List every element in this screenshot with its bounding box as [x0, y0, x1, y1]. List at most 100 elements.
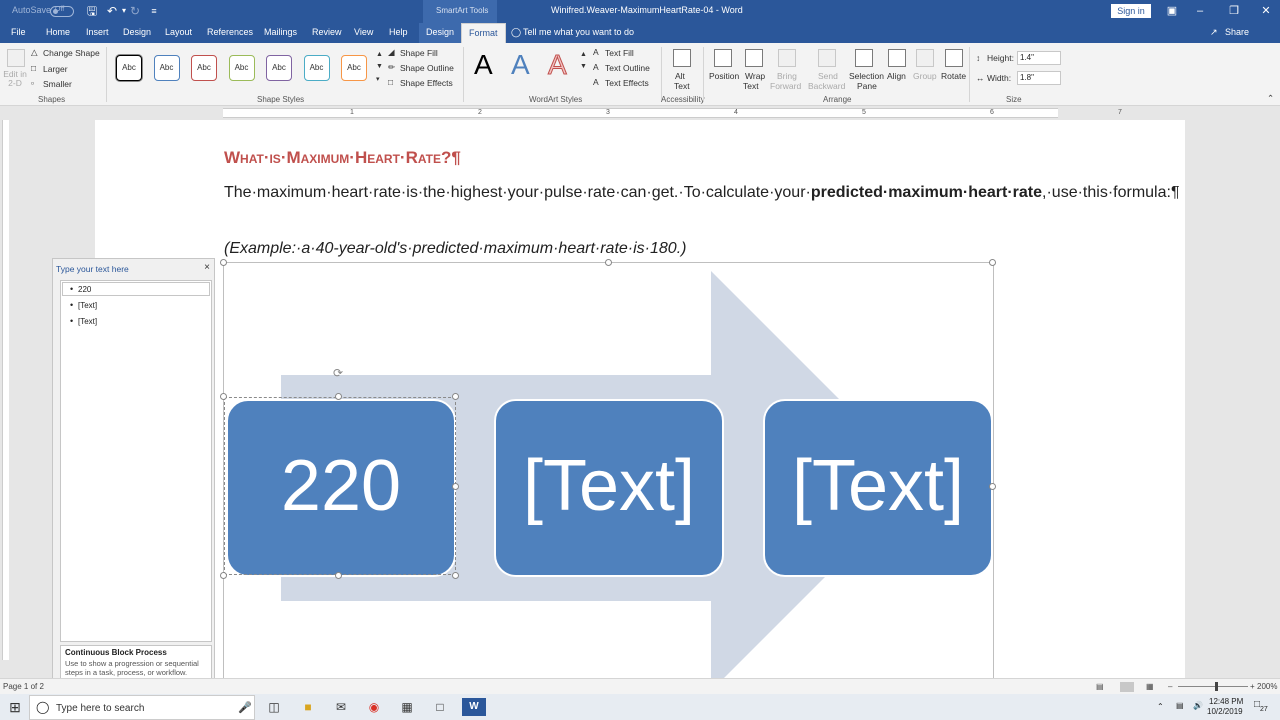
- wrap-text-icon[interactable]: [745, 49, 763, 67]
- position-button[interactable]: Position: [709, 71, 739, 81]
- tab-layout[interactable]: Layout: [165, 27, 192, 37]
- tab-mailings[interactable]: Mailings: [264, 27, 297, 37]
- smaller-button[interactable]: Smaller: [43, 79, 72, 89]
- resize-handle[interactable]: [335, 393, 342, 400]
- zoom-out-icon[interactable]: –: [1168, 682, 1172, 691]
- share-button[interactable]: Share: [1225, 27, 1249, 37]
- chrome-icon[interactable]: ◉: [365, 698, 383, 716]
- customize-qat-icon[interactable]: ≡: [146, 3, 162, 19]
- resize-handle[interactable]: [452, 483, 459, 490]
- shape-style-swatch[interactable]: Abc: [191, 55, 217, 81]
- tab-view[interactable]: View: [354, 27, 373, 37]
- resize-handle[interactable]: [220, 393, 227, 400]
- tray-expand-icon[interactable]: ⌃: [1157, 702, 1164, 711]
- shape-fill-button[interactable]: Shape Fill: [400, 48, 438, 58]
- shape-style-swatch[interactable]: Abc: [341, 55, 367, 81]
- document-paragraph[interactable]: The·maximum·heart·rate·is·the·highest·yo…: [224, 181, 1180, 205]
- wrap-text-button[interactable]: Wrap: [745, 71, 765, 81]
- text-pane-list[interactable]: 220 [Text] [Text]: [60, 280, 212, 642]
- redo-icon[interactable]: ↻: [127, 3, 143, 19]
- zoom-slider[interactable]: [1178, 686, 1248, 687]
- horizontal-ruler[interactable]: 1 2 3 4 5 6 7: [95, 106, 1185, 120]
- restore-icon[interactable]: ❐: [1224, 3, 1244, 19]
- text-outline-button[interactable]: Text Outline: [605, 63, 650, 73]
- rotate-handle-icon[interactable]: ⟳: [333, 366, 343, 380]
- taskbar-search[interactable]: ◯ Type here to search 🎤: [29, 695, 255, 720]
- wordart-outline-icon[interactable]: A: [548, 49, 568, 81]
- store-icon[interactable]: ▦: [398, 698, 416, 716]
- document-heading[interactable]: What·is·Maximum·Heart·Rate?¶: [224, 148, 461, 168]
- save-icon[interactable]: 🖫: [84, 3, 100, 19]
- position-icon[interactable]: [714, 49, 732, 67]
- larger-button[interactable]: Larger: [43, 64, 68, 74]
- text-pane-item-3[interactable]: [Text]: [70, 316, 97, 326]
- tab-file[interactable]: File: [11, 27, 26, 37]
- gallery-up-icon[interactable]: ▲: [376, 51, 383, 58]
- text-pane-item-1[interactable]: 220: [70, 284, 92, 294]
- shape-effects-button[interactable]: Shape Effects: [400, 78, 453, 88]
- clock-time[interactable]: 12:48 PM: [1209, 697, 1243, 706]
- tab-home[interactable]: Home: [46, 27, 70, 37]
- minimize-icon[interactable]: –: [1190, 3, 1210, 19]
- alt-text-button[interactable]: Alt: [675, 71, 685, 81]
- shape-style-swatch[interactable]: Abc: [153, 55, 180, 81]
- resize-handle[interactable]: [605, 259, 612, 266]
- resize-handle[interactable]: [220, 572, 227, 579]
- process-block-2[interactable]: [Text]: [494, 399, 724, 577]
- snipping-tool-icon[interactable]: □: [431, 698, 449, 716]
- ribbon-display-icon[interactable]: ▣: [1162, 3, 1182, 19]
- tell-me-box[interactable]: Tell me what you want to do: [523, 27, 634, 37]
- tab-smartart-design[interactable]: Design: [419, 23, 462, 43]
- tab-review[interactable]: Review: [312, 27, 342, 37]
- wordart-up-icon[interactable]: ▲: [580, 51, 587, 58]
- resize-handle[interactable]: [335, 572, 342, 579]
- shape-outline-button[interactable]: Shape Outline: [400, 63, 454, 73]
- process-block-3[interactable]: [Text]: [763, 399, 993, 577]
- tab-references[interactable]: References: [207, 27, 253, 37]
- resize-handle[interactable]: [452, 572, 459, 579]
- clock-date[interactable]: 10/2/2019: [1207, 707, 1243, 716]
- volume-icon[interactable]: 🔊: [1193, 701, 1203, 710]
- alt-text-icon[interactable]: [673, 49, 691, 67]
- microphone-icon[interactable]: 🎤: [238, 701, 252, 714]
- resize-handle[interactable]: [989, 483, 996, 490]
- height-input[interactable]: 1.4": [1017, 51, 1061, 65]
- file-explorer-icon[interactable]: ■: [299, 698, 317, 716]
- zoom-in-icon[interactable]: +: [1250, 682, 1255, 691]
- close-window-icon[interactable]: ✕: [1256, 3, 1276, 19]
- tab-design[interactable]: Design: [123, 27, 151, 37]
- shape-style-swatch[interactable]: Abc: [266, 55, 292, 81]
- tab-help[interactable]: Help: [389, 27, 408, 37]
- wordart-down-icon[interactable]: ▼: [580, 63, 587, 70]
- align-button[interactable]: Align: [887, 71, 906, 81]
- shape-style-swatch[interactable]: Abc: [228, 55, 255, 81]
- network-icon[interactable]: ▤: [1176, 701, 1184, 710]
- close-icon[interactable]: ×: [204, 262, 210, 273]
- rotate-icon[interactable]: [945, 49, 963, 67]
- shape-style-swatch[interactable]: Abc: [303, 55, 330, 81]
- smartart-graphic[interactable]: 220 [Text] [Text] ⟳: [220, 259, 996, 691]
- wordart-black-icon[interactable]: A: [474, 49, 493, 81]
- shape-style-swatch[interactable]: Abc: [116, 55, 142, 81]
- vertical-ruler[interactable]: [0, 120, 10, 678]
- windows-start-icon[interactable]: ⊞: [6, 698, 24, 716]
- text-pane-item-2[interactable]: [Text]: [70, 300, 97, 310]
- read-mode-icon[interactable]: ▤: [1096, 682, 1104, 691]
- resize-handle[interactable]: [452, 393, 459, 400]
- selection-pane-button[interactable]: Selection: [849, 71, 884, 81]
- align-icon[interactable]: [888, 49, 906, 67]
- gallery-more-icon[interactable]: ▾: [376, 75, 380, 83]
- width-input[interactable]: 1.8": [1017, 71, 1061, 85]
- web-layout-icon[interactable]: ▦: [1146, 682, 1154, 691]
- task-view-icon[interactable]: ◫: [265, 698, 283, 716]
- rotate-button[interactable]: Rotate: [941, 71, 966, 81]
- example-line[interactable]: (Example:·a·40-year-old's·predicted·maxi…: [224, 240, 686, 258]
- mail-icon[interactable]: ✉: [332, 698, 350, 716]
- tab-smartart-format[interactable]: Format: [461, 23, 506, 43]
- gallery-down-icon[interactable]: ▼: [376, 63, 383, 70]
- text-effects-button[interactable]: Text Effects: [605, 78, 649, 88]
- zoom-slider-thumb[interactable]: [1215, 682, 1218, 691]
- change-shape-button[interactable]: Change Shape: [43, 48, 100, 58]
- word-app-icon[interactable]: W: [462, 698, 486, 716]
- tab-insert[interactable]: Insert: [86, 27, 109, 37]
